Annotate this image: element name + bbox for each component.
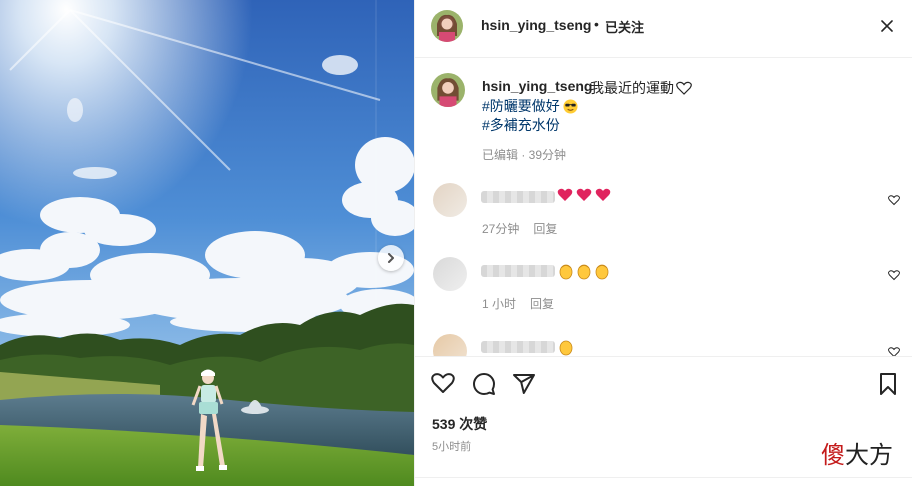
clapping-hands-icon [559,340,573,356]
comment-time: 1 小时 [482,297,517,311]
commenter-avatar[interactable] [433,257,467,291]
commenter-avatar[interactable] [433,183,467,217]
comment-bubble-icon[interactable] [472,372,496,396]
next-photo-button[interactable] [378,245,404,271]
watermark-text: 傻大方 [821,441,893,469]
caption-author-avatar[interactable] [431,73,465,107]
close-icon[interactable] [877,16,897,36]
chevron-right-icon [388,253,394,263]
save-bookmark-icon[interactable] [878,372,898,396]
post-detail-panel: hsin_ying_tseng • 已关注 hsin_ying_tseng 我最… [414,0,912,487]
sunglasses-emoji-icon [563,99,578,114]
blurred-comment-user [481,265,555,277]
post-photo [0,0,414,486]
like-comment-heart-icon[interactable] [888,269,900,281]
header-separator: • [594,16,599,32]
comment-emoji-group [557,262,611,285]
hashtag-hydrate[interactable]: #多補充水份 [482,115,560,135]
following-button[interactable]: 已关注 [605,17,644,36]
avatar-image [431,10,463,42]
comment-meta: 27分钟 回复 [482,220,571,237]
clapping-hands-icon [559,264,609,280]
hashtag-sunscreen[interactable]: #防曬要做好 [482,96,578,116]
comment-meta: 1 小时 回复 [482,295,568,312]
caption-text-wrap: 我最近的運動 [590,78,692,98]
comment-item: 1 小时 回复 [415,257,912,317]
post-header: hsin_ying_tseng • 已关注 [415,0,912,58]
edited-timestamp: 已编辑 · 39分钟 [482,148,567,162]
comment-emoji-group [557,338,575,356]
like-heart-icon[interactable] [431,372,455,394]
comment-item: 27分钟 回复 [415,180,912,240]
golf-course-photo [0,0,414,486]
caption-username[interactable]: hsin_ying_tseng [482,78,592,94]
comment-item [415,334,912,356]
commenter-avatar[interactable] [433,334,467,356]
comment-emoji-group [557,187,611,208]
caption-text: 我最近的運動 [590,80,674,96]
like-comment-heart-icon[interactable] [888,346,900,356]
blurred-comment-user [481,191,555,203]
author-username[interactable]: hsin_ying_tseng [481,17,591,33]
red-heart-icon [557,188,611,201]
share-send-icon[interactable] [512,372,536,396]
like-count[interactable]: 539 次赞 [432,414,487,434]
reply-button[interactable]: 回复 [530,297,554,311]
author-avatar[interactable] [431,10,463,42]
post-time[interactable]: 5小时前 [432,438,471,454]
reply-button[interactable]: 回复 [533,222,557,236]
blurred-comment-user [481,341,555,353]
white-heart-icon [676,81,692,95]
avatar-image [431,73,465,107]
like-comment-heart-icon[interactable] [888,194,900,206]
comment-input-divider [415,477,912,488]
post-actions-bar: 539 次赞 5小时前 傻大方 [415,356,912,487]
comment-time: 27分钟 [482,222,520,236]
